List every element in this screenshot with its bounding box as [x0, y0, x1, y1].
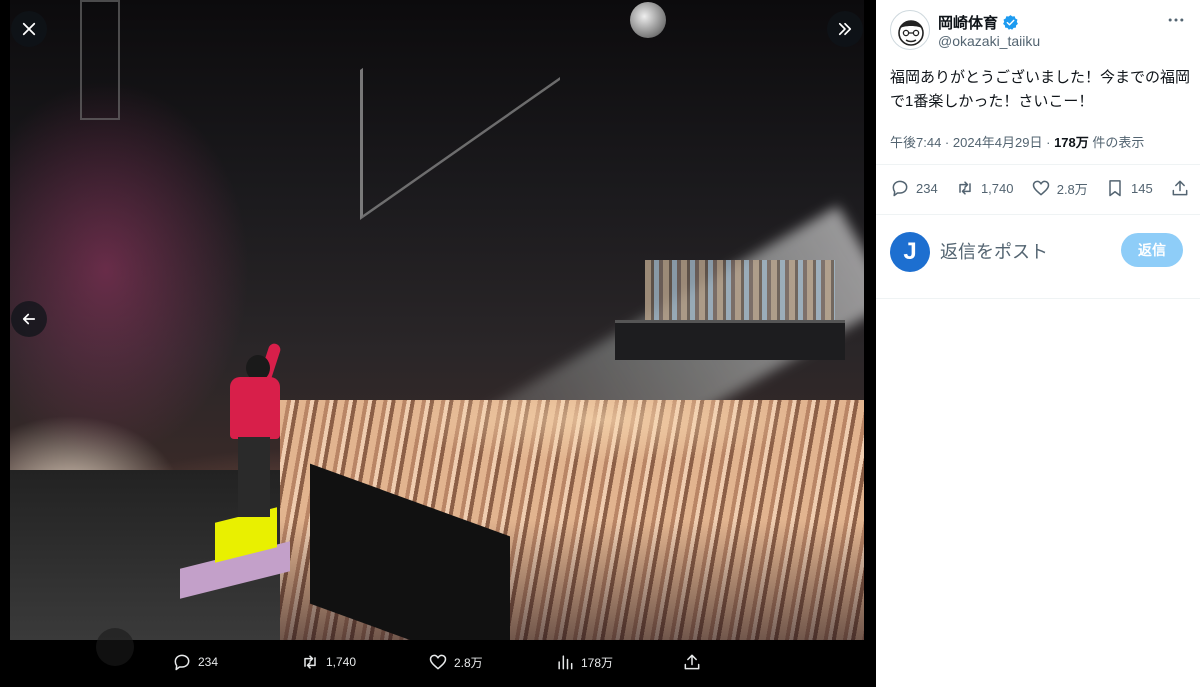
author-name[interactable]: 岡崎体育: [938, 12, 1019, 33]
stage-light-glow: [10, 80, 250, 460]
heart-icon: [1032, 180, 1049, 196]
reply-submit-button[interactable]: 返信: [1121, 233, 1183, 267]
repost-stat-button[interactable]: 1,740: [955, 178, 1014, 198]
tweet-meta: 午後7:44 · 2024年4月29日 · 178万 件の表示: [890, 132, 1144, 151]
tweet-photo[interactable]: [10, 0, 864, 640]
views-action[interactable]: 178万: [555, 652, 613, 672]
balcony: [615, 240, 845, 360]
bookmark-stat-count: 145: [1131, 180, 1153, 196]
meta-separator: ·: [941, 135, 953, 150]
like-count: 2.8万: [454, 655, 483, 670]
reply-count: 234: [198, 655, 219, 669]
performer-legs: [238, 437, 270, 517]
tweet-view-count: 178万: [1054, 135, 1089, 150]
chevrons-right-icon: [838, 22, 852, 36]
expand-sidebar-button[interactable]: [827, 11, 863, 47]
reply-stat-count: 234: [916, 180, 938, 196]
repost-icon: [304, 655, 316, 669]
current-user-avatar[interactable]: J: [890, 232, 930, 272]
verified-badge-icon: [1003, 15, 1018, 30]
repost-stat-count: 1,740: [980, 180, 1014, 196]
share-action[interactable]: [682, 652, 702, 672]
share-icon: [684, 654, 700, 670]
author-avatar[interactable]: [890, 10, 930, 50]
background-avatar: [96, 628, 134, 666]
share-icon: [1172, 180, 1188, 196]
view-count: 178万: [581, 655, 614, 670]
reply-icon: [892, 180, 908, 197]
repost-count: 1,740: [326, 655, 357, 669]
tweet-stats: 234 1,740 2.8万 145: [890, 178, 1190, 198]
like-stat-count: 2.8万: [1056, 181, 1088, 197]
analytics-icon: [558, 655, 573, 670]
reply-action[interactable]: 234: [172, 652, 218, 672]
bookmark-icon: [1109, 180, 1121, 197]
lighting-truss-left: [80, 0, 120, 120]
lighting-truss: [360, 0, 560, 221]
divider: [876, 214, 1200, 215]
meta-separator-2: ·: [1042, 135, 1055, 150]
tweet-text: 福岡ありがとうございました！今までの福岡で1番楽しかった！さいこー！: [890, 69, 1191, 110]
heart-icon: [429, 654, 447, 670]
tweet-time[interactable]: 午後7:44: [890, 135, 941, 150]
display-name: 岡崎体育: [938, 15, 999, 32]
close-icon: [22, 22, 36, 36]
tweet-view-label: 件の表示: [1088, 135, 1145, 150]
repost-action[interactable]: 1,740: [300, 652, 356, 672]
like-action[interactable]: 2.8万: [428, 652, 483, 672]
author-handle[interactable]: @okazaki_taiiku: [938, 33, 1040, 49]
performer: [228, 342, 284, 520]
bookmark-stat-button[interactable]: 145: [1105, 178, 1153, 198]
like-stat-button[interactable]: 2.8万: [1031, 178, 1088, 198]
arrow-left-icon: [22, 313, 36, 325]
performer-hoodie: [230, 377, 280, 439]
repost-icon: [959, 181, 971, 195]
previous-image-button[interactable]: [11, 301, 47, 337]
reply-icon: [174, 654, 190, 671]
divider: [876, 298, 1200, 299]
reply-input[interactable]: 返信をポスト: [940, 238, 1048, 264]
tweet-panel: 岡崎体育 @okazaki_taiiku 福岡ありがとうございました！今までの福…: [876, 0, 1200, 687]
media-viewer: 234 1,740 2.8万 178万: [0, 0, 876, 687]
author-avatar-illustration: [898, 20, 924, 46]
mirror-ball: [630, 2, 666, 38]
share-stat-button[interactable]: [1170, 178, 1190, 198]
balcony-rail: [615, 320, 845, 360]
reply-stat-button[interactable]: 234: [890, 178, 938, 198]
close-button[interactable]: [11, 11, 47, 47]
more-horizontal-icon: [1168, 18, 1184, 22]
divider: [876, 164, 1200, 165]
tweet-date[interactable]: 2024年4月29日: [953, 135, 1043, 150]
more-options-button[interactable]: [1166, 10, 1186, 35]
balcony-audience: [645, 260, 835, 320]
